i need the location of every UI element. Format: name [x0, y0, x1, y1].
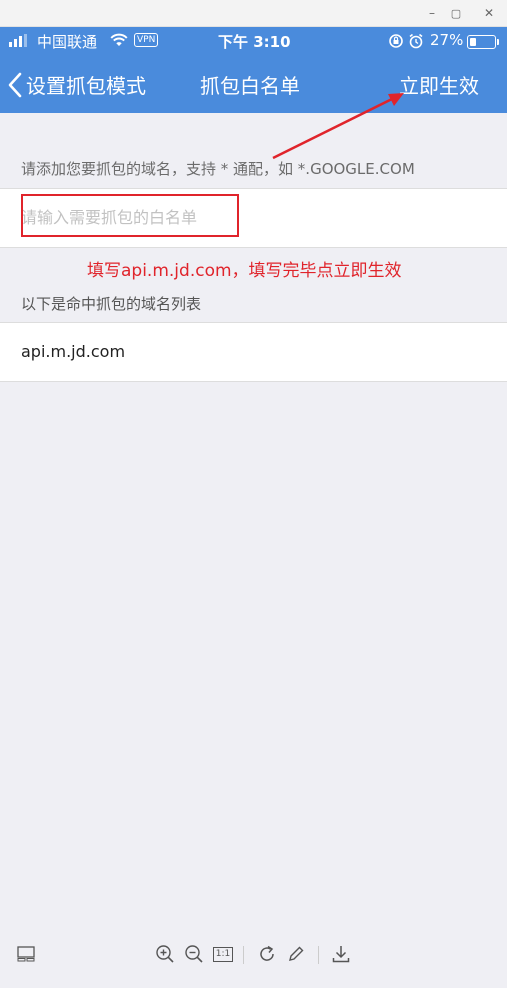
wifi-icon	[110, 33, 128, 46]
battery-percent: 27%	[430, 31, 464, 49]
list-header: 以下是命中抓包的域名列表	[21, 295, 202, 313]
battery-icon	[467, 35, 499, 49]
domain-list: api.m.jd.com	[0, 322, 507, 382]
rotate-icon[interactable]	[256, 943, 278, 965]
back-label: 设置抓包模式	[26, 74, 146, 98]
navigation-bar: 设置抓包模式 抓包白名单 立即生效	[0, 55, 507, 113]
apply-now-button[interactable]: 立即生效	[399, 70, 479, 99]
vpn-badge: VPN	[134, 33, 159, 47]
window-title-bar: – ▢ ✕	[0, 0, 507, 27]
annotation-text: 填写api.m.jd.com，填写完毕点立即生效	[87, 261, 402, 281]
rotation-lock-icon	[389, 34, 403, 48]
page-title: 抓包白名单	[200, 74, 300, 98]
minimize-button[interactable]: –	[423, 4, 441, 22]
download-icon[interactable]	[330, 943, 352, 965]
status-time: 下午 3:10	[218, 33, 291, 51]
maximize-button[interactable]: ▢	[447, 4, 465, 22]
alarm-icon	[409, 33, 423, 49]
zoom-out-icon[interactable]	[183, 943, 205, 965]
zoom-in-icon[interactable]	[154, 943, 176, 965]
close-button[interactable]: ✕	[480, 4, 498, 22]
layout-icon[interactable]	[15, 943, 37, 965]
chevron-left-icon	[8, 72, 22, 97]
status-bar: 中国联通 VPN 下午 3:10 27%	[0, 27, 507, 55]
instruction-text: 请添加您要抓包的域名，支持 * 通配，如 *.GOOGLE.COM	[21, 160, 415, 178]
back-button[interactable]: 设置抓包模式	[8, 70, 146, 99]
list-item[interactable]: api.m.jd.com	[0, 323, 507, 381]
toolbar-divider	[318, 946, 319, 964]
actual-size-label: 1:1	[212, 946, 234, 962]
toolbar-divider	[243, 946, 244, 964]
viewer-toolbar: 1:1	[0, 930, 507, 980]
edit-icon[interactable]	[285, 943, 307, 965]
carrier-name: 中国联通	[37, 33, 98, 51]
annotation-highlight-box	[21, 194, 239, 237]
annotation-arrow	[272, 93, 404, 160]
actual-size-icon[interactable]: 1:1	[212, 943, 234, 965]
signal-icon	[9, 34, 27, 47]
